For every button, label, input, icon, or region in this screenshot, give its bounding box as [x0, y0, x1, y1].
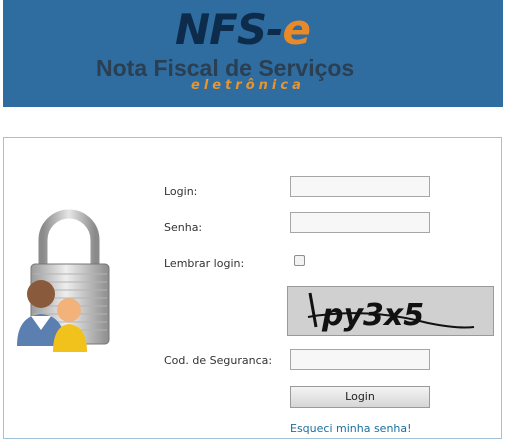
login-panel: Login: Senha: Lembrar login: py3x5 Cod. … [3, 137, 502, 439]
header-banner: NFS-e Nota Fiscal de Serviços eletrônica [3, 0, 503, 107]
remember-login-label: Lembrar login: [164, 257, 245, 270]
remember-login-checkbox[interactable] [294, 255, 305, 266]
login-button[interactable]: Login [290, 386, 430, 408]
logo-e: e [282, 5, 311, 54]
logo-nfse: NFS-e [175, 5, 311, 54]
login-label: Login: [164, 185, 198, 198]
captcha-text: py3x5 [321, 298, 424, 333]
padlock-with-users-icon [17, 209, 110, 352]
security-code-label: Cod. de Seguranca: [164, 354, 273, 367]
logo-nfs: NFS- [175, 5, 284, 54]
forgot-password-link[interactable]: Esqueci minha senha! [290, 422, 412, 436]
login-input[interactable] [290, 176, 430, 197]
captcha-graphic: py3x5 [288, 287, 493, 335]
security-code-input[interactable] [290, 349, 430, 370]
password-label: Senha: [164, 221, 203, 234]
password-input[interactable] [290, 212, 430, 233]
captcha-image: py3x5 [287, 286, 494, 336]
logo-tagline: eletrônica [191, 78, 305, 93]
